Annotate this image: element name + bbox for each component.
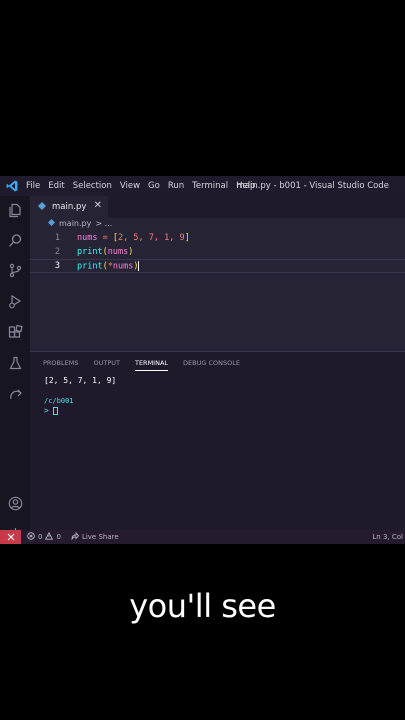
code-token: nums bbox=[112, 261, 134, 272]
title-bar: File Edit Selection View Go Run Terminal… bbox=[0, 176, 405, 196]
code-editor[interactable]: 1 nums = [2, 5, 7, 1, 9] 2 print(nums) 3… bbox=[30, 231, 405, 351]
menu-edit[interactable]: Edit bbox=[48, 181, 64, 191]
warning-icon bbox=[45, 531, 54, 542]
window-title: main.py - b001 - Visual Studio Code bbox=[236, 181, 389, 191]
tab-terminal[interactable]: TERMINAL bbox=[134, 359, 169, 371]
line-number: 3 bbox=[54, 261, 60, 271]
tab-label: main.py bbox=[52, 202, 87, 212]
menu-run[interactable]: Run bbox=[168, 181, 184, 191]
code-token: print bbox=[77, 261, 103, 272]
tab-debug-console[interactable]: DEBUG CONSOLE bbox=[183, 359, 240, 371]
explorer-icon[interactable] bbox=[5, 200, 25, 220]
menu-bar: File Edit Selection View Go Run Terminal… bbox=[26, 181, 255, 191]
code-text: nums = [2, 5, 7, 1, 9] bbox=[77, 233, 190, 243]
python-file-icon bbox=[48, 219, 55, 228]
code-token: ) bbox=[128, 247, 134, 257]
video-caption: you'll see bbox=[129, 587, 276, 625]
remote-explorer-icon[interactable] bbox=[5, 383, 25, 403]
terminal-path: /c/b001 bbox=[44, 397, 74, 405]
vscode-window: File Edit Selection View Go Run Terminal… bbox=[0, 176, 405, 544]
code-token: , bbox=[123, 233, 134, 243]
code-token: = bbox=[97, 233, 113, 243]
code-line: 1 nums = [2, 5, 7, 1, 9] bbox=[30, 231, 405, 245]
error-count: 0 bbox=[38, 533, 43, 541]
tab-output[interactable]: OUTPUT bbox=[93, 359, 120, 371]
breadcrumb-rest[interactable]: > ... bbox=[95, 219, 112, 228]
menu-selection[interactable]: Selection bbox=[73, 181, 112, 191]
code-token: print bbox=[77, 247, 103, 257]
status-bar: 0 0 Live Share Ln 3, Col bbox=[0, 530, 405, 544]
account-icon[interactable] bbox=[5, 493, 25, 513]
code-text: print(*nums) bbox=[77, 260, 140, 272]
code-line-active: 3 print(*nums) bbox=[30, 259, 405, 273]
code-line: 2 print(nums) bbox=[30, 245, 405, 259]
menu-view[interactable]: View bbox=[120, 181, 140, 191]
text-cursor bbox=[138, 260, 140, 271]
extensions-icon[interactable] bbox=[5, 322, 25, 342]
prompt-symbol: > bbox=[44, 406, 49, 415]
warning-count: 0 bbox=[56, 533, 61, 541]
code-text: print(nums) bbox=[77, 247, 133, 257]
search-icon[interactable] bbox=[5, 230, 25, 250]
menu-file[interactable]: File bbox=[26, 181, 40, 191]
live-share-label: Live Share bbox=[81, 533, 119, 541]
terminal-prompt[interactable]: > bbox=[44, 406, 58, 415]
close-icon[interactable]: ✕ bbox=[94, 200, 102, 211]
bottom-panel: PROBLEMS OUTPUT TERMINAL DEBUG CONSOLE [… bbox=[30, 351, 405, 531]
code-token: nums bbox=[77, 233, 98, 243]
testing-icon[interactable] bbox=[5, 353, 25, 373]
remote-indicator-icon[interactable] bbox=[0, 530, 21, 544]
python-file-icon bbox=[38, 201, 46, 213]
vscode-logo-icon bbox=[0, 180, 24, 192]
tab-main-py[interactable]: main.py ✕ bbox=[30, 196, 108, 218]
live-share-icon bbox=[71, 531, 80, 542]
editor-tabs: main.py ✕ bbox=[30, 196, 405, 218]
menu-go[interactable]: Go bbox=[148, 181, 160, 191]
menu-terminal[interactable]: Terminal bbox=[192, 181, 228, 191]
source-control-icon[interactable] bbox=[5, 260, 25, 280]
line-number: 2 bbox=[54, 247, 60, 257]
problems-indicator[interactable]: 0 0 bbox=[27, 531, 61, 542]
run-debug-icon[interactable] bbox=[5, 291, 25, 311]
activity-bar bbox=[0, 196, 30, 541]
panel-tabs: PROBLEMS OUTPUT TERMINAL DEBUG CONSOLE bbox=[43, 359, 240, 371]
tab-problems[interactable]: PROBLEMS bbox=[43, 359, 78, 371]
live-share-button[interactable]: Live Share bbox=[71, 531, 119, 542]
error-icon bbox=[27, 532, 35, 542]
line-number: 1 bbox=[54, 233, 60, 243]
breadcrumb-file[interactable]: main.py bbox=[59, 219, 91, 228]
code-token: nums bbox=[107, 247, 129, 257]
code-token: , bbox=[153, 233, 165, 243]
code-token: , bbox=[169, 233, 180, 243]
cursor-position[interactable]: Ln 3, Col bbox=[372, 533, 403, 541]
breadcrumb: main.py > ... bbox=[48, 219, 112, 228]
code-token: ] bbox=[184, 233, 190, 243]
terminal-output: [2, 5, 7, 1, 9] bbox=[44, 376, 117, 385]
terminal-cursor bbox=[52, 406, 58, 415]
code-token: , bbox=[138, 233, 149, 243]
